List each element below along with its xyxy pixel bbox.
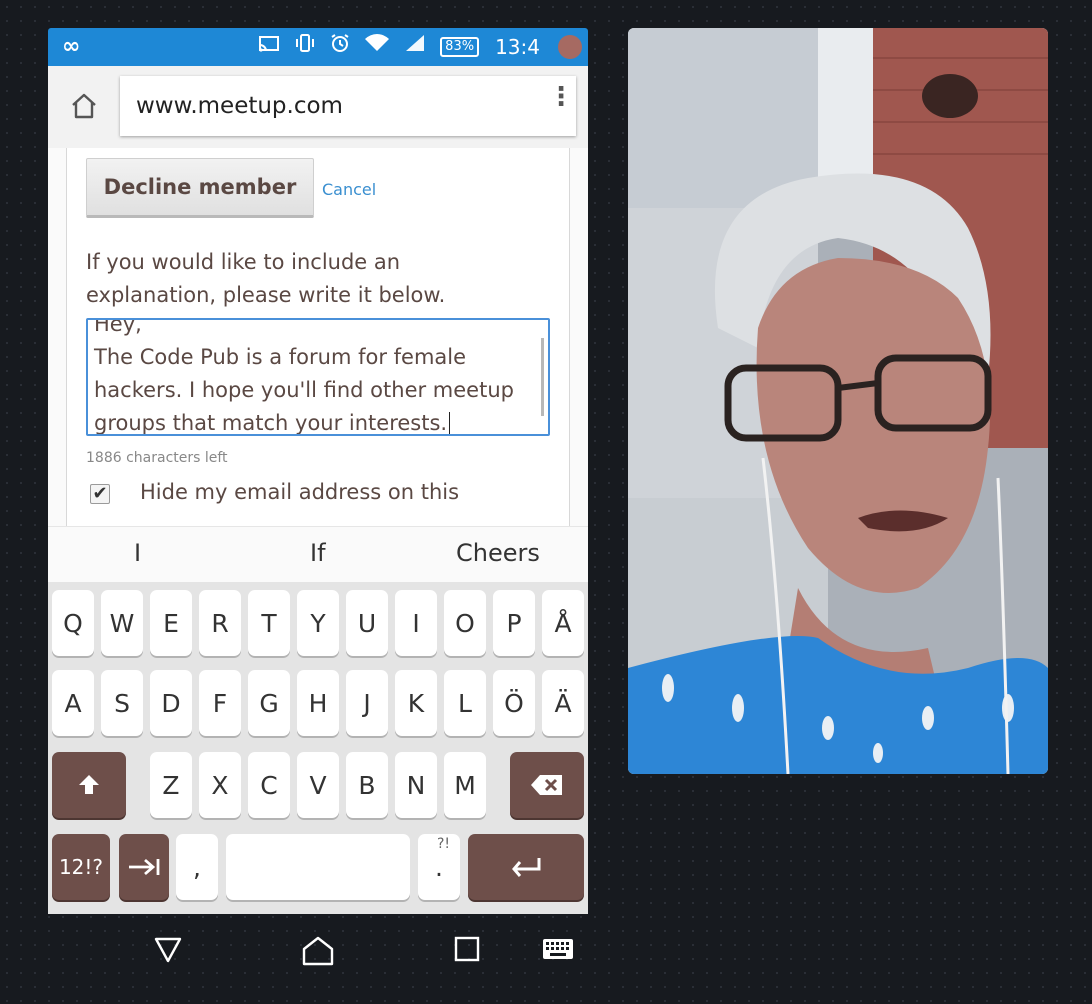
period-key-alt: ?!	[436, 836, 450, 852]
clock: 13:4	[495, 35, 540, 59]
url-text: www.meetup.com	[136, 93, 343, 119]
key-q[interactable]: Q	[52, 590, 94, 656]
key-g[interactable]: G	[248, 670, 290, 736]
android-nav-bar	[48, 914, 588, 1004]
tab-key[interactable]	[119, 834, 169, 900]
key-o-umlaut[interactable]: Ö	[493, 670, 535, 736]
cast-icon	[258, 28, 280, 66]
key-m[interactable]: M	[444, 752, 486, 818]
webcam-video	[628, 28, 1048, 774]
key-v[interactable]: V	[297, 752, 339, 818]
status-bar: ∞ 83% 13:4	[48, 28, 588, 66]
suggestion-1[interactable]: I	[134, 539, 141, 567]
key-o[interactable]: O	[444, 590, 486, 656]
textarea-scrollbar[interactable]	[541, 338, 544, 416]
hide-email-checkbox[interactable]: ✔	[90, 484, 110, 504]
key-e[interactable]: E	[150, 590, 192, 656]
key-h[interactable]: H	[297, 670, 339, 736]
comma-key[interactable]: ,	[176, 834, 218, 900]
more-options-icon[interactable]: ⋮	[548, 84, 574, 110]
backspace-icon	[531, 775, 562, 795]
back-icon[interactable]	[154, 936, 182, 968]
key-k[interactable]: K	[395, 670, 437, 736]
period-key[interactable]: ?! .	[418, 834, 460, 900]
enter-icon	[512, 858, 541, 877]
shift-icon	[79, 775, 99, 794]
alarm-icon	[330, 28, 350, 66]
key-u[interactable]: U	[346, 590, 388, 656]
text-caret	[449, 412, 451, 434]
key-a-umlaut[interactable]: Ä	[542, 670, 584, 736]
infinity-icon: ∞	[62, 34, 81, 59]
key-f[interactable]: F	[199, 670, 241, 736]
on-screen-keyboard: Q W E R T Y U I O P Å A S D F G H J K L …	[48, 582, 588, 914]
period-key-label: .	[435, 852, 443, 882]
home-icon[interactable]	[68, 90, 100, 122]
cancel-link[interactable]: Cancel	[322, 180, 376, 199]
suggestion-2[interactable]: If	[310, 539, 326, 567]
key-t[interactable]: T	[248, 590, 290, 656]
vibrate-icon	[294, 28, 316, 66]
wifi-icon	[364, 28, 390, 66]
battery-indicator: 83%	[440, 37, 480, 57]
backspace-key[interactable]	[510, 752, 584, 818]
hide-email-label: Hide my email address on this	[140, 480, 460, 504]
key-l[interactable]: L	[444, 670, 486, 736]
key-i[interactable]: I	[395, 590, 437, 656]
key-p[interactable]: P	[493, 590, 535, 656]
space-key[interactable]	[226, 834, 410, 900]
key-a[interactable]: A	[52, 670, 94, 736]
url-field[interactable]: www.meetup.com	[120, 76, 576, 136]
recents-icon[interactable]	[454, 936, 480, 966]
key-r[interactable]: R	[199, 590, 241, 656]
key-n[interactable]: N	[395, 752, 437, 818]
key-s[interactable]: S	[101, 670, 143, 736]
page-content: Decline member Cancel If you would like …	[48, 148, 588, 526]
enter-key[interactable]	[468, 834, 584, 900]
message-text: Hey, The Code Pub is a forum for female …	[94, 318, 514, 435]
explanation-textarea[interactable]: Hey, The Code Pub is a forum for female …	[86, 318, 550, 436]
key-z[interactable]: Z	[150, 752, 192, 818]
explanation-prompt: If you would like to include an explanat…	[86, 250, 446, 307]
key-x[interactable]: X	[199, 752, 241, 818]
key-d[interactable]: D	[150, 670, 192, 736]
tab-icon	[129, 858, 160, 876]
decline-member-button[interactable]: Decline member	[86, 158, 314, 218]
shift-key[interactable]	[52, 752, 126, 818]
key-a-ring[interactable]: Å	[542, 590, 584, 656]
signal-icon	[404, 28, 426, 66]
key-b[interactable]: B	[346, 752, 388, 818]
suggestion-bar: I If Cheers	[48, 526, 588, 582]
browser-toolbar: www.meetup.com ⋮	[48, 66, 588, 148]
suggestion-3[interactable]: Cheers	[456, 539, 540, 567]
chars-left-counter: 1886 characters left	[86, 450, 228, 466]
key-j[interactable]: J	[346, 670, 388, 736]
status-icons: 83% 13:4	[258, 28, 588, 66]
home-nav-icon[interactable]	[302, 936, 334, 970]
phone-screen: ∞ 83% 13:4 www.meetup.com ⋮ Decline memb…	[48, 28, 588, 1004]
key-w[interactable]: W	[101, 590, 143, 656]
avatar	[558, 35, 582, 59]
webcam-person-image	[628, 28, 1048, 774]
key-y[interactable]: Y	[297, 590, 339, 656]
keyboard-icon[interactable]	[542, 938, 574, 964]
symbols-key[interactable]: 12!?	[52, 834, 110, 900]
key-c[interactable]: C	[248, 752, 290, 818]
